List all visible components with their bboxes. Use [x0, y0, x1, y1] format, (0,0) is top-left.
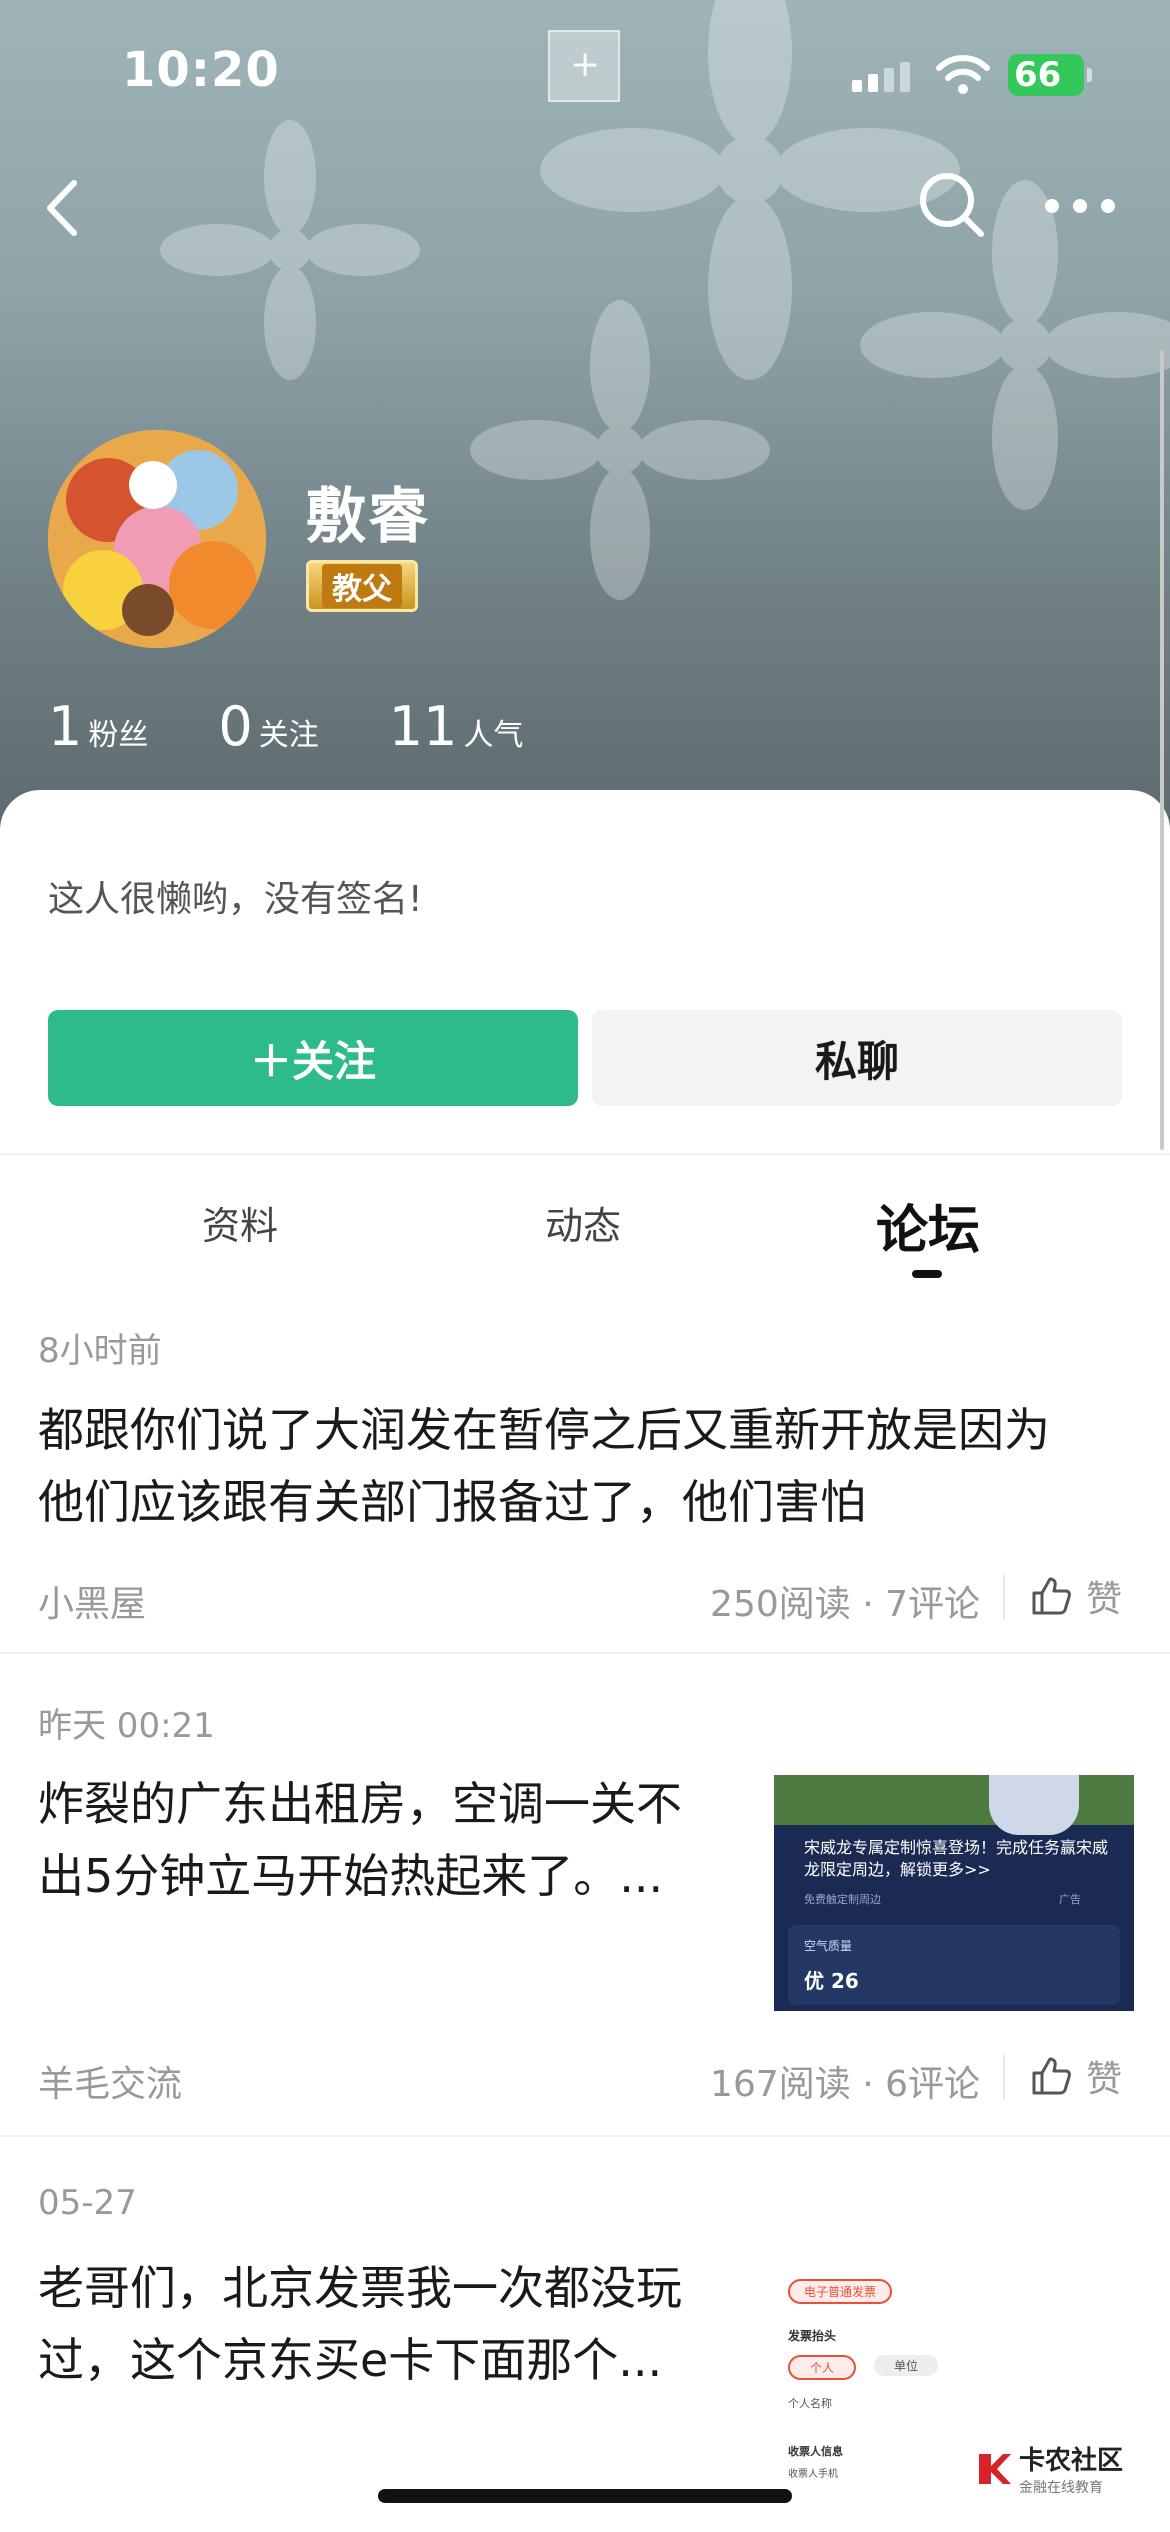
more-options-icon[interactable] [1045, 195, 1115, 217]
tab-profile-info[interactable]: 资料 [202, 1195, 278, 1250]
post-time: 昨天 00:21 [38, 1706, 215, 1746]
stat-label: 人气 [463, 718, 524, 753]
flower-decoration-icon [160, 120, 420, 380]
air-quality-value: 优 26 [804, 1969, 859, 1993]
divider [1003, 2055, 1005, 2099]
post-stats: 250阅读 · 7评论 [710, 1584, 980, 1625]
thumbs-up-icon [1032, 1577, 1071, 1615]
flower-decoration-icon [860, 180, 1170, 510]
flower-decoration-icon [470, 300, 770, 600]
badge-label: 教父 [322, 564, 402, 608]
home-indicator[interactable] [378, 2489, 792, 2503]
tab-activity[interactable]: 动态 [545, 1195, 621, 1250]
thumbnail-small-text: 免费触定制周边 [804, 1893, 881, 1906]
post-title-line: 老哥们，北京发票我一次都没玩 [38, 2261, 682, 2315]
post-time: 8小时前 [38, 1331, 162, 1371]
signature-text: 这人很懒哟，没有签名! [48, 879, 423, 920]
watermark-name: 卡农社区 [1019, 2446, 1124, 2476]
post-time: 05-27 [38, 2183, 137, 2223]
title-badge: 教父 [306, 560, 418, 612]
invoice-type-chip: 电子普通发票 [788, 2279, 893, 2304]
like-label: 赞 [1086, 2059, 1123, 2100]
company-chip: 单位 [874, 2355, 939, 2376]
back-arrow-icon[interactable] [38, 175, 88, 241]
battery-level: 66 [1014, 55, 1062, 95]
wifi-icon [936, 55, 990, 94]
search-icon[interactable] [915, 168, 987, 240]
stat-following[interactable]: 0 关注 [218, 695, 318, 758]
like-button[interactable]: 赞 [1030, 1570, 1122, 1622]
screen-overlay-icon: + [548, 30, 620, 102]
stat-label: 粉丝 [88, 718, 149, 753]
post-forum-name[interactable]: 小黑屋 [38, 1575, 146, 1627]
follow-button[interactable]: ＋关注 [48, 1010, 578, 1106]
kanong-logo-icon [979, 2453, 1011, 2484]
post-title-line: 炸裂的广东出租房，空调一关不 [38, 1777, 682, 1831]
stat-value: 0 [218, 695, 253, 758]
stat-value: 1 [48, 695, 83, 758]
post-stats: 167阅读 · 6评论 [710, 2064, 980, 2105]
receiver-phone-label: 收票人手机 [788, 2469, 838, 2480]
post-forum-name[interactable]: 羊毛交流 [38, 2055, 182, 2107]
post-thumbnail[interactable]: 宋威龙专属定制惊喜登场！完成任务赢宋威龙限定周边，解锁更多>> 免费触定制周边 … [774, 1775, 1134, 2011]
divider [0, 1153, 1170, 1155]
watermark-logo: 卡农社区 金融在线教育 [975, 2440, 1123, 2497]
profile-stats: 1 粉丝 0 关注 11 人气 [48, 695, 593, 758]
active-tab-indicator [912, 1270, 942, 1278]
post-title-line: 出5分钟立马开始热起来了。... [38, 1849, 664, 1903]
stat-value: 11 [388, 695, 458, 758]
username: 敷睿 [306, 482, 430, 552]
status-time: 10:20 [122, 42, 280, 98]
divider [1003, 1575, 1005, 1619]
stat-label: 关注 [258, 718, 319, 753]
post-title[interactable]: 炸裂的广东出租房，空调一关不 出5分钟立马开始热起来了。... [38, 1768, 682, 1912]
thumbs-up-icon [1032, 2057, 1071, 2095]
post-title-line: 他们应该跟有关部门报备过了，他们害怕 [38, 1475, 866, 1529]
divider [0, 1652, 1170, 1654]
post-title-line: 过，这个京东买e卡下面那个... [38, 2333, 663, 2387]
invoice-header-label: 发票抬头 [788, 2329, 837, 2343]
cellular-signal-icon [852, 62, 910, 92]
personal-chip: 个人 [788, 2355, 857, 2380]
ad-label: 广告 [1059, 1893, 1081, 1906]
watermark-sub: 金融在线教育 [1019, 2480, 1103, 2496]
divider [0, 2135, 1170, 2137]
post-title[interactable]: 老哥们，北京发票我一次都没玩 过，这个京东买e卡下面那个... [38, 2252, 682, 2396]
receiver-info-label: 收票人信息 [788, 2445, 843, 2458]
scrollbar[interactable] [1160, 350, 1164, 1150]
personal-name-label: 个人名称 [788, 2397, 832, 2410]
battery-icon: 66 [1008, 54, 1092, 96]
private-chat-button[interactable]: 私聊 [592, 1010, 1122, 1106]
post-title-line: 都跟你们说了大润发在暂停之后又重新开放是因为 [38, 1403, 1050, 1457]
like-button[interactable]: 赞 [1030, 2050, 1122, 2102]
thumbnail-promo-text: 宋威龙专属定制惊喜登场！完成任务赢宋威龙限定周边，解锁更多>> [804, 1838, 1109, 1879]
air-quality-label: 空气质量 [804, 1939, 853, 1953]
post-title[interactable]: 都跟你们说了大润发在暂停之后又重新开放是因为 他们应该跟有关部门报备过了，他们害… [38, 1394, 1050, 1538]
stat-followers[interactable]: 1 粉丝 [48, 695, 148, 758]
avatar[interactable] [48, 430, 266, 648]
stat-popularity: 11 人气 [389, 695, 524, 758]
like-label: 赞 [1086, 1579, 1123, 1620]
tab-forum[interactable]: 论坛 [876, 1188, 980, 1263]
